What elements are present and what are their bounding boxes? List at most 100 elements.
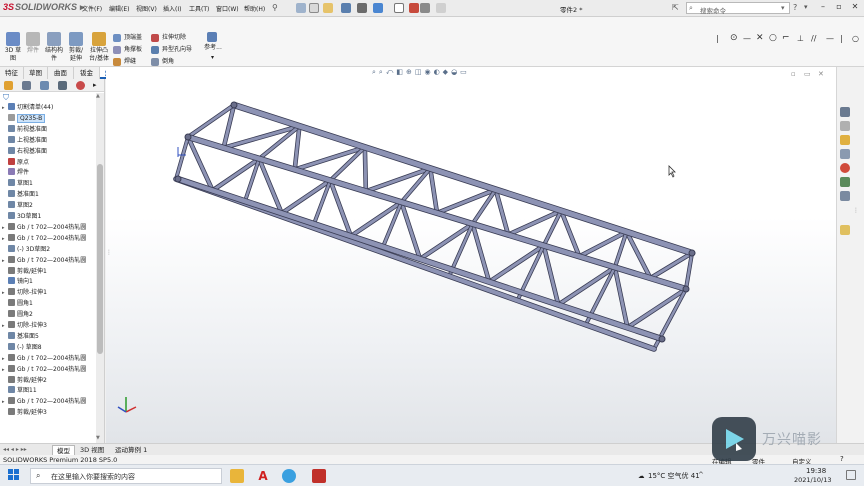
tree-item[interactable]: 上视基准面 — [2, 135, 97, 147]
windows-start-icon[interactable] — [8, 469, 20, 481]
circle-icon[interactable]: ⊙ — [730, 33, 738, 43]
tree-item[interactable]: 焊件 — [2, 168, 97, 179]
tree-item[interactable]: 原点 — [2, 157, 97, 169]
sketch-plane-icon[interactable]: | — [716, 34, 719, 43]
end-cap-bottom-left[interactable] — [174, 175, 182, 183]
appearances-icon[interactable] — [840, 163, 850, 173]
dynamic-annotation-icon[interactable]: ⊕ — [406, 68, 415, 76]
minimize-button[interactable]: – — [816, 2, 830, 14]
tasks-icon[interactable] — [840, 225, 850, 235]
extruded-cut-button[interactable]: 拉伸切除 — [151, 32, 186, 42]
options-icon[interactable] — [436, 3, 446, 13]
new-document-icon[interactable] — [309, 3, 319, 13]
file-properties-icon[interactable] — [420, 3, 430, 13]
chamfer-button[interactable]: 倒角 — [151, 56, 174, 66]
windows-search-input[interactable]: ⌕ 在这里输入你要搜索的内容 — [30, 468, 222, 484]
tree-item[interactable]: ▸ 切除-拉伸3 — [2, 321, 97, 332]
menu-view[interactable]: 视图(V) — [136, 4, 157, 13]
tree-item[interactable]: ▸ Gb / t 702—2004热轧圆 — [2, 222, 97, 234]
search-commands-input[interactable]: ⌕ 搜索命令 ▾ — [686, 2, 790, 15]
tree-item[interactable]: 基准面1 — [2, 190, 97, 201]
restore-button[interactable]: ▫ — [832, 2, 846, 14]
reference-geometry-button[interactable]: 参考... ▾ — [203, 32, 223, 66]
dimxpert-icon[interactable] — [58, 81, 67, 90]
zoom-area-icon[interactable]: ⌕ — [379, 68, 386, 76]
menu-tools[interactable]: 工具(T) — [189, 4, 209, 13]
tree-item[interactable]: 剪裁/延伸2 — [2, 375, 97, 387]
status-help-icon[interactable]: ? — [840, 455, 844, 463]
close-shape-icon[interactable]: ✕ — [756, 33, 764, 43]
tree-item[interactable]: (-) 3D草图2 — [2, 244, 97, 256]
tree-item[interactable]: 基准面5 — [2, 331, 97, 343]
menu-window[interactable]: 窗口(W) — [216, 4, 239, 13]
tree-item[interactable]: ▸ Gb / t 702—2004热轧圆 — [2, 397, 97, 408]
solidworks-forum-icon[interactable] — [840, 191, 850, 201]
weld-bead-button[interactable]: 焊缝 — [113, 56, 136, 66]
tab-sketch[interactable]: 草图 — [24, 67, 48, 79]
graphics-area[interactable]: ▫ ▭ ✕ ⋮ — [106, 67, 836, 443]
end-cap-mid-right[interactable] — [682, 285, 690, 293]
solidworks-taskbar-icon[interactable] — [312, 469, 326, 483]
open-folder-icon[interactable] — [323, 3, 333, 13]
tree-scrollbar-thumb[interactable] — [97, 164, 103, 354]
pin-icon[interactable]: ⚲ — [272, 3, 278, 12]
truss-model[interactable] — [106, 67, 836, 443]
gusset-button[interactable]: 角撑板 — [113, 44, 142, 54]
clock-date[interactable]: 2021/10/13 — [794, 476, 831, 484]
display-style-icon[interactable]: ◉ — [424, 68, 433, 76]
file-explorer-icon[interactable] — [840, 135, 850, 145]
tray-chevron-icon[interactable]: ^ — [698, 471, 704, 479]
end-cap-bottom-right[interactable] — [658, 335, 666, 343]
reference-dropdown-icon[interactable]: ▾ — [211, 54, 214, 61]
select-arrow-icon[interactable] — [394, 3, 404, 13]
help-icon[interactable]: ? — [793, 3, 797, 12]
menu-file[interactable]: 文件(F) — [82, 4, 102, 13]
display-manager-icon[interactable] — [76, 81, 85, 90]
zoom-to-fit-icon[interactable]: ⌕ — [372, 68, 379, 76]
end-cap-top-left[interactable] — [230, 101, 238, 109]
tab-features[interactable]: 特征 — [0, 67, 24, 79]
task-pane-expand-icon[interactable]: ⋮ — [853, 207, 859, 214]
tab-model[interactable]: 模型 — [52, 445, 75, 455]
hide-show-icon[interactable]: ◐ — [434, 68, 443, 76]
tree-item[interactable]: Q235-B — [2, 113, 97, 125]
end-cap-top-right[interactable] — [688, 249, 696, 257]
design-library-icon[interactable] — [840, 121, 850, 131]
tab-scroll-icon[interactable]: ◂◂ ◂ ▸ ▸▸ — [3, 446, 27, 453]
previous-view-icon[interactable]: ⤺ — [386, 68, 396, 76]
tree-item[interactable]: 圆角2 — [2, 310, 97, 321]
weldments-button[interactable]: 焊件 — [24, 32, 42, 66]
home-icon[interactable] — [296, 3, 306, 13]
tab-surfaces[interactable]: 曲面 — [48, 67, 74, 79]
tab-3d-views[interactable]: 3D 视图 — [76, 445, 108, 455]
scroll-down-icon[interactable]: ▼ — [96, 435, 100, 441]
browser-taskbar-icon[interactable] — [282, 469, 296, 483]
tree-item[interactable]: 圆角1 — [2, 299, 97, 310]
search-dropdown-icon[interactable]: ▾ — [781, 4, 785, 12]
tree-item[interactable]: ▸ Gb / t 702—2004热轧圆 — [2, 353, 97, 365]
weather-text[interactable]: 15°C 空气优 41 — [648, 471, 700, 481]
structural-member-button[interactable]: 结构构 件 — [43, 32, 65, 66]
viewport-close-icon[interactable]: ✕ — [818, 70, 824, 78]
help-dropdown-icon[interactable]: ▾ — [804, 3, 808, 11]
horizontal-icon[interactable]: — — [826, 34, 834, 43]
close-button[interactable]: ✕ — [848, 2, 862, 14]
custom-properties-icon[interactable] — [840, 177, 850, 187]
tree-item[interactable]: (-) 草图8 — [2, 342, 97, 354]
tree-item[interactable]: 草图11 — [2, 386, 97, 397]
tangent-icon[interactable]: ○ — [852, 34, 859, 43]
feature-manager-icon[interactable] — [4, 81, 13, 90]
acrobat-taskbar-icon[interactable]: A — [256, 469, 270, 483]
tree-item[interactable]: ▸ 切割清单(44) — [2, 103, 97, 114]
menu-help[interactable]: 帮助(H) — [244, 4, 265, 13]
tree-item[interactable]: 草图1 — [2, 179, 97, 190]
tree-more-icon[interactable]: ▸ — [93, 81, 97, 89]
view-palette-icon[interactable] — [840, 149, 850, 159]
section-view-icon[interactable]: ◧ — [396, 68, 406, 76]
tree-item[interactable]: ▸ Gb / t 702—2004热轧圆 — [2, 255, 97, 267]
tree-item[interactable]: 草图2 — [2, 201, 97, 212]
view-orientation-icon[interactable]: ◫ — [415, 68, 425, 76]
end-cap-mid-left[interactable] — [184, 133, 192, 141]
file-explorer-taskbar-icon[interactable] — [230, 469, 244, 483]
menu-edit[interactable]: 编辑(E) — [109, 4, 129, 13]
